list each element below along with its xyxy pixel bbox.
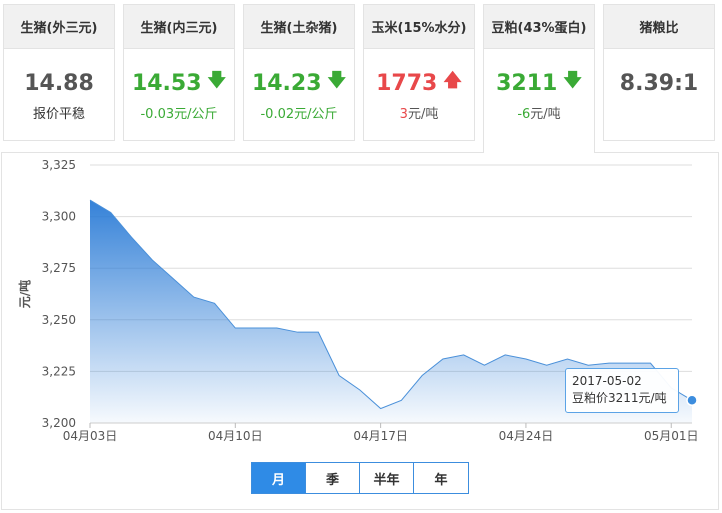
arrow-down-icon: 🡇 bbox=[207, 70, 227, 91]
card-value: 8.39:1 bbox=[604, 69, 714, 97]
x-tick-label: 04月17日 bbox=[353, 429, 408, 443]
card-title: 豆粕(43%蛋白) bbox=[484, 5, 594, 49]
card-value-text: 14.53 bbox=[131, 70, 202, 96]
card-value: 14.23 🡇 bbox=[244, 69, 354, 97]
tab-half-year[interactable]: 半年 bbox=[360, 463, 414, 493]
card-pig-local[interactable]: 生猪(土杂猪) 14.23 🡇 -0.02元/公斤 bbox=[243, 4, 355, 141]
y-axis-label: 元/吨 bbox=[17, 280, 32, 308]
card-value-text: 14.23 bbox=[251, 70, 322, 96]
tab-year[interactable]: 年 bbox=[414, 463, 468, 493]
y-tick-label: 3,200 bbox=[42, 416, 76, 430]
card-sub-unit: 报价平稳 bbox=[32, 107, 85, 122]
x-tick-label: 04月10日 bbox=[208, 429, 263, 443]
range-tabs: 月 季 半年 年 bbox=[251, 462, 469, 494]
y-tick-label: 3,250 bbox=[42, 313, 76, 327]
card-title: 猪粮比 bbox=[604, 5, 714, 49]
tab-quarter[interactable]: 季 bbox=[306, 463, 360, 493]
card-pig-grain-ratio[interactable]: 猪粮比 8.39:1 bbox=[603, 4, 715, 141]
card-value: 1773 🡅 bbox=[364, 69, 474, 97]
chart-tooltip: 2017-05-02 豆粕价3211元/吨 bbox=[565, 368, 679, 413]
x-tick-label: 05月01日 bbox=[644, 429, 699, 443]
tab-month[interactable]: 月 bbox=[252, 463, 306, 493]
card-subtext: -0.02元/公斤 bbox=[244, 103, 354, 122]
chart-panel: 3,200 3,225 3,250 3,275 3,300 3,325 元/吨 04月03日 0… bbox=[1, 152, 719, 510]
card-soymeal[interactable]: 豆粕(43%蛋白) 3211 🡇 -6元/吨 bbox=[483, 4, 595, 153]
tooltip-value: 豆粕价3211元/吨 bbox=[572, 391, 667, 405]
x-tick-label: 04月24日 bbox=[499, 429, 554, 443]
card-subtext: 3元/吨 bbox=[364, 103, 474, 122]
y-tick-label: 3,325 bbox=[42, 158, 76, 172]
card-corn[interactable]: 玉米(15%水分) 1773 🡅 3元/吨 bbox=[363, 4, 475, 141]
card-title: 生猪(土杂猪) bbox=[244, 5, 354, 49]
card-subtext: 报价平稳 bbox=[4, 103, 114, 122]
card-sub-unit: 元/公斤 bbox=[294, 107, 338, 122]
card-sub-unit: 元/吨 bbox=[407, 107, 439, 122]
arrow-down-icon: 🡇 bbox=[563, 70, 582, 91]
card-title: 生猪(内三元) bbox=[124, 5, 234, 49]
price-cards: 生猪(外三元) 14.88 报价平稳 生猪(内三元) 14.53 🡇 -0.03元… bbox=[0, 0, 722, 153]
y-tick-label: 3,300 bbox=[42, 210, 76, 224]
card-change: -6 bbox=[517, 107, 531, 122]
price-chart[interactable]: 3,200 3,225 3,250 3,275 3,300 3,325 元/吨 04月03日 0… bbox=[2, 153, 718, 509]
card-value: 14.88 bbox=[4, 69, 114, 97]
card-pig-outer[interactable]: 生猪(外三元) 14.88 报价平稳 bbox=[3, 4, 115, 141]
y-tick-label: 3,225 bbox=[42, 364, 76, 378]
card-value-text: 14.88 bbox=[24, 70, 94, 96]
card-value-text: 3211 bbox=[496, 70, 558, 96]
card-pig-inner[interactable]: 生猪(内三元) 14.53 🡇 -0.03元/公斤 bbox=[123, 4, 235, 141]
arrow-down-icon: 🡇 bbox=[327, 70, 347, 91]
card-change: -0.03 bbox=[140, 107, 175, 122]
x-tick-label: 04月03日 bbox=[63, 429, 118, 443]
tooltip-date: 2017-05-02 bbox=[572, 374, 642, 388]
card-title: 生猪(外三元) bbox=[4, 5, 114, 49]
arrow-up-icon: 🡅 bbox=[443, 70, 462, 91]
card-subtext: -6元/吨 bbox=[484, 103, 594, 122]
card-title: 玉米(15%水分) bbox=[364, 5, 474, 49]
highlighted-point bbox=[686, 394, 698, 407]
card-sub-unit: 元/公斤 bbox=[174, 107, 218, 122]
card-change: 3 bbox=[399, 107, 408, 122]
y-tick-label: 3,275 bbox=[42, 261, 76, 275]
card-sub-unit: 元/吨 bbox=[530, 107, 561, 122]
card-change: -0.02 bbox=[260, 107, 295, 122]
card-value-text: 1773 bbox=[376, 70, 438, 96]
card-value: 3211 🡇 bbox=[484, 69, 594, 97]
card-value-text: 8.39:1 bbox=[619, 70, 699, 96]
card-subtext: -0.03元/公斤 bbox=[124, 103, 234, 122]
card-value: 14.53 🡇 bbox=[124, 69, 234, 97]
